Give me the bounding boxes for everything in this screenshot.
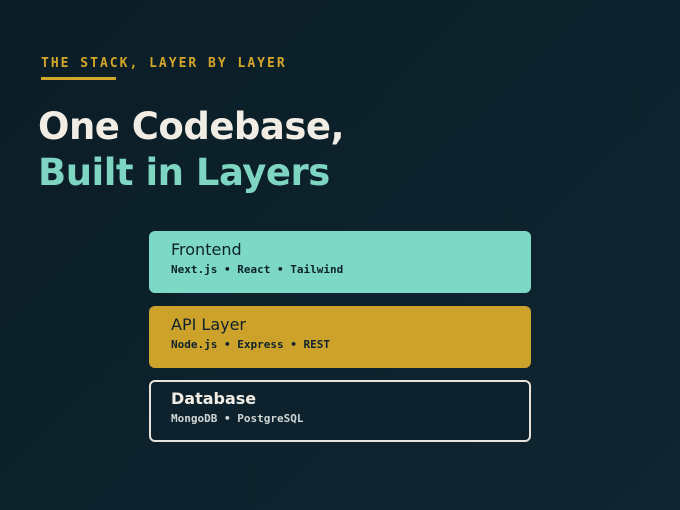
layer-subtitle: MongoDB • PostgreSQL — [171, 412, 304, 425]
layer-card-api: API Layer Node.js • Express • REST — [149, 306, 531, 368]
layer-subtitle: Node.js • Express • REST — [171, 338, 330, 351]
headline-line-2: Built in Layers — [38, 151, 330, 194]
layer-subtitle: Next.js • React • Tailwind — [171, 263, 344, 276]
layer-title: Frontend — [171, 240, 242, 259]
layer-card-database: Database MongoDB • PostgreSQL — [149, 380, 531, 442]
layer-title: API Layer — [171, 315, 247, 334]
layer-title: Database — [171, 389, 257, 408]
headline: One Codebase, Built in Layers — [38, 104, 345, 196]
layer-card-frontend: Frontend Next.js • React • Tailwind — [149, 231, 531, 293]
headline-line-1: One Codebase, — [38, 105, 345, 148]
eyebrow-underline — [41, 77, 116, 80]
eyebrow-label: THE STACK, LAYER BY LAYER — [41, 56, 287, 71]
